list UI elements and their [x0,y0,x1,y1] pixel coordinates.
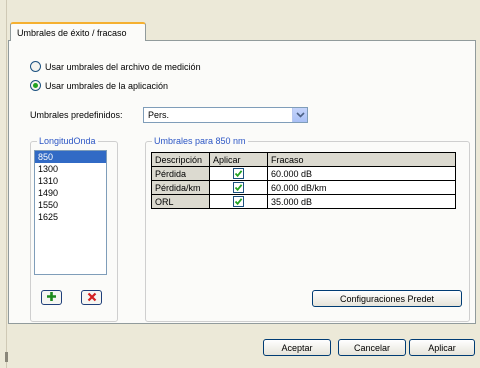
delete-x-icon [87,292,97,304]
wavelength-list[interactable]: 850 1300 1310 1490 1550 1625 [34,150,107,275]
apply-checkbox[interactable] [233,196,244,208]
apply-checkbox[interactable] [233,168,244,180]
accept-button[interactable]: Aceptar [263,339,331,356]
default-settings-label: Configuraciones Predet [339,293,435,304]
row-description: Pérdida [151,166,210,181]
list-item[interactable]: 1625 [35,211,106,223]
chevron-down-icon[interactable] [292,108,307,122]
table-row: Pérdida 60.000 dB [151,166,456,181]
list-item[interactable]: 1310 [35,175,106,187]
accept-label: Aceptar [281,342,313,353]
apply-button[interactable]: Aplicar [409,339,475,356]
apply-cell [209,180,268,195]
thresholds-legend: Umbrales para 850 nm [152,136,248,146]
default-settings-button[interactable]: Configuraciones Predet [312,290,462,307]
list-item[interactable]: 1490 [35,187,106,199]
column-header-description: Descripción [151,152,210,167]
radio-indicator-selected[interactable] [30,80,41,91]
preset-label: Umbrales predefinidos: [30,110,123,120]
window-edge [6,0,7,368]
radio-indicator[interactable] [30,61,41,72]
table-row: Pérdida/km 60.000 dB/km [151,180,456,195]
wavelength-legend: LongitudOnda [37,136,98,146]
cancel-button[interactable]: Cancelar [338,339,406,356]
fail-value-cell[interactable]: 60.000 dB [267,166,456,181]
table-header-row: Descripción Aplicar Fracaso [151,152,456,167]
tab-label: Umbrales de éxito / fracaso [17,28,127,38]
list-item[interactable]: 1550 [35,199,106,211]
radio-label: Usar umbrales del archivo de medición [45,61,201,72]
window-edge-marker [5,352,8,362]
tab-success-failure-thresholds[interactable]: Umbrales de éxito / fracaso [10,22,146,41]
table-row: ORL 35.000 dB [151,194,456,209]
apply-cell [209,166,268,181]
row-description: ORL [151,194,210,209]
row-description: Pérdida/km [151,180,210,195]
fail-value-cell[interactable]: 60.000 dB/km [267,180,456,195]
radio-label: Usar umbrales de la aplicación [45,80,169,91]
thresholds-table-container: Descripción Aplicar Fracaso Pérdida 60.0… [151,152,456,209]
plus-icon [46,291,57,304]
thresholds-table: Descripción Aplicar Fracaso Pérdida 60.0… [151,152,456,209]
radio-use-file-thresholds[interactable]: Usar umbrales del archivo de medición [30,61,201,72]
apply-label: Aplicar [428,342,456,353]
column-header-fail: Fracaso [267,152,456,167]
column-header-apply: Aplicar [209,152,268,167]
cancel-label: Cancelar [353,342,391,353]
list-item[interactable]: 1300 [35,163,106,175]
apply-checkbox[interactable] [233,182,244,194]
preset-value: Pers. [148,110,170,120]
radio-use-app-thresholds[interactable]: Usar umbrales de la aplicación [30,80,168,91]
remove-wavelength-button[interactable] [81,290,102,305]
apply-cell [209,194,268,209]
preset-dropdown[interactable]: Pers. [143,107,308,123]
list-item-selected[interactable]: 850 [35,151,106,163]
fail-value-cell[interactable]: 35.000 dB [267,194,456,209]
add-wavelength-button[interactable] [41,290,62,305]
